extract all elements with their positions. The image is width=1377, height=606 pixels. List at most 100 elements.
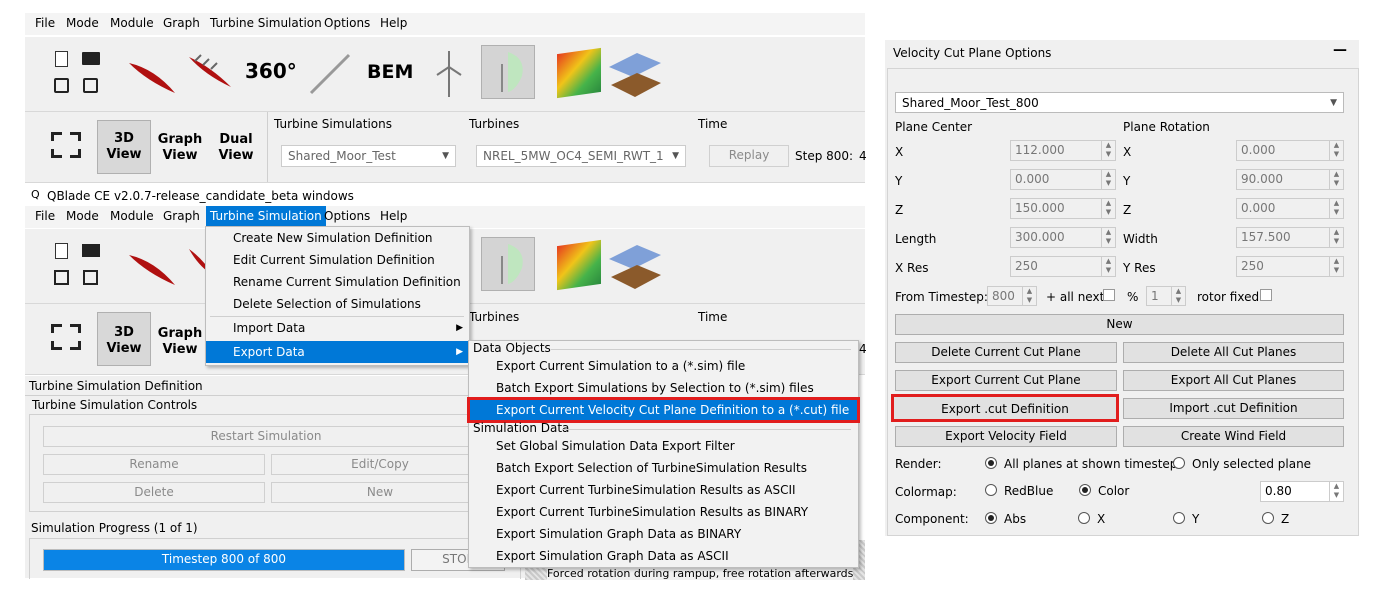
open-folder-icon[interactable]	[82, 244, 100, 257]
menu-create-simulation[interactable]: Create New Simulation Definition	[206, 227, 469, 249]
center-x-input[interactable]: 112.000 ▲ ▼	[1010, 140, 1116, 161]
new-button[interactable]: New	[271, 482, 489, 503]
spin-arrows-icon[interactable]: ▲ ▼	[1101, 141, 1115, 160]
export-results-binary-item[interactable]: Export Current TurbineSimulation Results…	[469, 501, 858, 523]
menu-turbine-simulation[interactable]: Turbine Simulation	[210, 16, 322, 30]
graph-view-button[interactable]: Graph View	[155, 120, 205, 174]
export-sim-file-item[interactable]: Export Current Simulation to a (*.sim) f…	[469, 355, 858, 377]
component-x-radio[interactable]	[1078, 512, 1090, 524]
restart-simulation-button[interactable]: Restart Simulation	[43, 426, 489, 447]
save-all-icon[interactable]	[83, 78, 98, 93]
blade-icon[interactable]	[185, 53, 235, 93]
line-tool-icon[interactable]	[307, 51, 353, 97]
bem-button[interactable]: BEM	[363, 51, 413, 97]
menu-options[interactable]: Options	[324, 16, 370, 30]
spin-arrows-icon[interactable]: ▲ ▼	[1022, 287, 1036, 305]
component-y-radio[interactable]	[1173, 512, 1185, 524]
spin-arrows-icon[interactable]: ▲ ▼	[1101, 199, 1115, 218]
delete-button[interactable]: Delete	[43, 482, 265, 503]
colormap-scale-input[interactable]: 0.80 ▲ ▼	[1260, 481, 1344, 502]
batch-export-results-item[interactable]: Batch Export Selection of TurbineSimulat…	[469, 457, 858, 479]
rotor-fixed-checkbox[interactable]	[1260, 289, 1272, 301]
y-res-input[interactable]: 250 ▲ ▼	[1236, 256, 1344, 277]
menu-help[interactable]: Help	[380, 16, 407, 30]
create-wind-field-button[interactable]: Create Wind Field	[1123, 426, 1344, 447]
export-results-ascii-item[interactable]: Export Current TurbineSimulation Results…	[469, 479, 858, 501]
menu-module[interactable]: Module	[110, 16, 154, 30]
rotation-z-input[interactable]: 0.000 ▲ ▼	[1236, 198, 1344, 219]
turbine-sim-module-button[interactable]	[481, 45, 535, 99]
menu-file[interactable]: File	[35, 209, 55, 223]
menu-edit-simulation[interactable]: Edit Current Simulation Definition	[206, 249, 469, 271]
polar-360-button[interactable]: 360°	[245, 59, 297, 83]
open-folder-icon[interactable]	[82, 52, 100, 65]
3d-view-button[interactable]: 3D View	[97, 312, 151, 366]
rotation-y-input[interactable]: 90.000 ▲ ▼	[1236, 169, 1344, 190]
save-all-icon[interactable]	[83, 270, 98, 285]
graph-view-button[interactable]: Graph View	[155, 312, 205, 366]
field-map-icon[interactable]	[557, 239, 601, 291]
save-icon[interactable]	[54, 78, 69, 93]
menu-turbine-simulation-open[interactable]: Turbine Simulation	[206, 206, 326, 226]
export-cut-plane-item[interactable]: Export Current Velocity Cut Plane Defini…	[467, 397, 860, 423]
menu-export-data[interactable]: Export Data ▶	[206, 341, 469, 363]
3d-view-button[interactable]: 3D View	[97, 120, 151, 174]
menu-mode[interactable]: Mode	[66, 209, 99, 223]
terrain-icon[interactable]	[607, 241, 663, 291]
new-cut-plane-button[interactable]: New	[895, 314, 1344, 335]
menu-graph[interactable]: Graph	[163, 209, 200, 223]
spin-arrows-icon[interactable]: ▲ ▼	[1101, 257, 1115, 276]
menu-options[interactable]: Options	[324, 209, 370, 223]
turbine-icon[interactable]	[433, 49, 465, 99]
edit-copy-button[interactable]: Edit/Copy	[271, 454, 489, 475]
export-current-cut-plane-button[interactable]: Export Current Cut Plane	[895, 370, 1117, 391]
menu-mode[interactable]: Mode	[66, 16, 99, 30]
cut-plane-combo[interactable]: Shared_Moor_Test_800 ▼	[895, 92, 1344, 113]
x-res-input[interactable]: 250 ▲ ▼	[1010, 256, 1116, 277]
delete-current-cut-plane-button[interactable]: Delete Current Cut Plane	[895, 342, 1117, 363]
export-graph-binary-item[interactable]: Export Simulation Graph Data as BINARY	[469, 523, 858, 545]
import-cut-definition-button[interactable]: Import .cut Definition	[1123, 398, 1344, 419]
component-z-radio[interactable]	[1262, 512, 1274, 524]
replay-button[interactable]: Replay	[709, 145, 789, 167]
terrain-icon[interactable]	[607, 49, 663, 99]
spin-arrows-icon[interactable]: ▲ ▼	[1171, 287, 1185, 305]
menu-import-data[interactable]: Import Data ▶	[206, 317, 469, 339]
component-abs-radio[interactable]	[985, 512, 997, 524]
delete-all-cut-planes-button[interactable]: Delete All Cut Planes	[1123, 342, 1344, 363]
colormap-redblue-radio[interactable]	[985, 484, 997, 496]
fullscreen-icon[interactable]	[51, 324, 81, 350]
menu-help[interactable]: Help	[380, 209, 407, 223]
spin-arrows-icon[interactable]: ▲ ▼	[1329, 482, 1343, 501]
save-icon[interactable]	[54, 270, 69, 285]
spin-arrows-icon[interactable]: ▲ ▼	[1329, 257, 1343, 276]
menu-file[interactable]: File	[35, 16, 55, 30]
colormap-color-radio[interactable]	[1079, 484, 1091, 496]
center-y-input[interactable]: 0.000 ▲ ▼	[1010, 169, 1116, 190]
collapse-button[interactable]: —	[1333, 42, 1347, 58]
export-velocity-field-button[interactable]: Export Velocity Field	[895, 426, 1117, 447]
airfoil-icon[interactable]	[125, 57, 179, 95]
spin-arrows-icon[interactable]: ▲ ▼	[1101, 228, 1115, 247]
menu-graph[interactable]: Graph	[163, 16, 200, 30]
batch-export-sim-item[interactable]: Batch Export Simulations by Selection to…	[469, 377, 858, 399]
new-file-icon[interactable]	[55, 51, 68, 67]
new-file-icon[interactable]	[55, 243, 68, 259]
menu-module[interactable]: Module	[110, 209, 154, 223]
menu-rename-simulation[interactable]: Rename Current Simulation Definition	[206, 271, 469, 293]
percent-input[interactable]: 1 ▲ ▼	[1146, 286, 1186, 306]
length-input[interactable]: 300.000 ▲ ▼	[1010, 227, 1116, 248]
export-all-cut-planes-button[interactable]: Export All Cut Planes	[1123, 370, 1344, 391]
spin-arrows-icon[interactable]: ▲ ▼	[1329, 141, 1343, 160]
rename-button[interactable]: Rename	[43, 454, 265, 475]
render-all-planes-radio[interactable]	[985, 457, 997, 469]
timestep-input[interactable]: 800 ▲ ▼	[987, 286, 1037, 306]
turbine-combo[interactable]: NREL_5MW_OC4_SEMI_RWT_1 ▼	[476, 145, 686, 167]
menu-delete-simulations[interactable]: Delete Selection of Simulations	[206, 293, 469, 315]
airfoil-icon[interactable]	[125, 249, 179, 287]
all-next-checkbox[interactable]	[1103, 289, 1115, 301]
spin-arrows-icon[interactable]: ▲ ▼	[1101, 170, 1115, 189]
rotation-x-input[interactable]: 0.000 ▲ ▼	[1236, 140, 1344, 161]
turbine-sim-module-button[interactable]	[481, 237, 535, 291]
set-export-filter-item[interactable]: Set Global Simulation Data Export Filter	[469, 435, 858, 457]
